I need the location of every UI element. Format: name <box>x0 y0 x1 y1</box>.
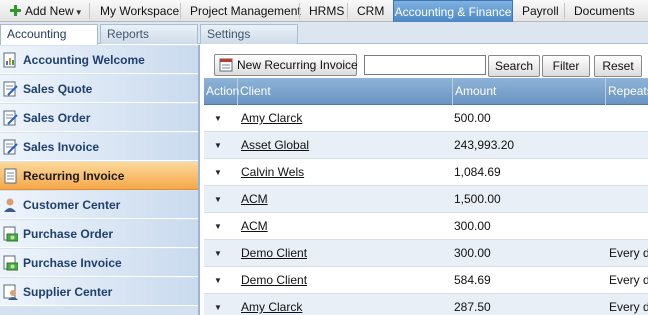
money-doc-icon <box>3 255 18 271</box>
reset-button[interactable]: Reset <box>594 55 642 77</box>
sidebar-item-label: Supplier Center <box>23 285 113 299</box>
sidebar-item-supplier-center[interactable]: Supplier Center <box>0 278 198 306</box>
sidebar-item-purchase-order[interactable]: Purchase Order <box>0 220 198 248</box>
caret-down-icon: ▼ <box>74 8 83 17</box>
row-action-dropdown-icon[interactable]: ▼ <box>214 132 222 159</box>
new-invoice-icon <box>219 58 233 72</box>
sub-tab-bar: Accounting Reports Settings <box>0 22 648 45</box>
filter-button[interactable]: Filter <box>542 55 590 77</box>
table-row: ▼ ACM 1,500.00 <box>204 186 648 213</box>
sidebar-item-label: Sales Invoice <box>23 140 100 154</box>
document-edit-icon <box>3 81 18 97</box>
module-my-workspace[interactable]: My Workspace <box>100 0 179 22</box>
table-header: Action Client Amount Repeats <box>204 78 648 105</box>
divider <box>347 3 348 19</box>
sidebar-item-label: Recurring Invoice <box>23 169 125 183</box>
sidebar-item-label: Accounting Welcome <box>23 53 145 67</box>
amount-cell: 584.69 <box>454 273 491 287</box>
column-header-amount[interactable]: Amount <box>453 78 606 105</box>
client-link[interactable]: Calvin Wels <box>241 159 304 186</box>
repeats-cell: Every d <box>609 273 648 287</box>
amount-cell: 500.00 <box>454 111 491 125</box>
sidebar-item-accounting-welcome[interactable]: Accounting Welcome <box>0 46 198 74</box>
row-action-dropdown-icon[interactable]: ▼ <box>214 240 222 267</box>
client-link[interactable]: Amy Clarck <box>241 294 302 315</box>
tab-settings[interactable]: Settings <box>200 24 298 44</box>
amount-cell: 300.00 <box>454 219 491 233</box>
search-button[interactable]: Search <box>488 55 540 77</box>
client-link[interactable]: Amy Clarck <box>241 105 302 132</box>
module-accounting-finance[interactable]: Accounting & Finance <box>393 0 513 22</box>
sidebar-item-label: Purchase Order <box>23 227 114 241</box>
module-documents[interactable]: Documents <box>574 0 635 22</box>
divider <box>564 3 565 19</box>
recurring-invoice-table: Action Client Amount Repeats ▼ Amy Clarc… <box>204 78 648 315</box>
sidebar-item-label: Purchase Invoice <box>23 256 122 270</box>
amount-cell: 1,084.69 <box>454 165 501 179</box>
table-row: ▼ Calvin Wels 1,084.69 <box>204 159 648 186</box>
supplier-icon <box>3 284 18 300</box>
document-edit-icon <box>3 110 18 126</box>
row-action-dropdown-icon[interactable]: ▼ <box>214 159 222 186</box>
sidebar-item-label: Sales Quote <box>23 82 93 96</box>
column-header-action[interactable]: Action <box>204 78 239 105</box>
sidebar-item-sales-quote[interactable]: Sales Quote <box>0 75 198 103</box>
row-action-dropdown-icon[interactable]: ▼ <box>214 186 222 213</box>
tab-reports[interactable]: Reports <box>100 24 198 44</box>
sidebar-item-sales-order[interactable]: Sales Order <box>0 104 198 132</box>
table-row: ▼ Demo Client 584.69 Every d <box>204 267 648 294</box>
customer-icon <box>4 198 16 212</box>
new-recurring-invoice-button[interactable]: New Recurring Invoice <box>214 54 358 76</box>
document-icon <box>4 168 17 184</box>
client-link[interactable]: Demo Client <box>241 267 307 294</box>
table-row: ▼ Amy Clarck 500.00 <box>204 105 648 132</box>
sidebar-item-purchase-invoice[interactable]: Purchase Invoice <box>0 249 198 277</box>
money-doc-icon <box>3 226 18 242</box>
module-project-management[interactable]: Project Management <box>190 0 301 22</box>
document-chart-icon <box>3 52 16 68</box>
table-row: ▼ Asset Global 243,993.20 <box>204 132 648 159</box>
sidebar: Accounting Welcome Sales Quote Sales Ord… <box>0 45 200 315</box>
table-row: ▼ Demo Client 300.00 Every d <box>204 240 648 267</box>
add-new-menu[interactable]: Add New▼ <box>10 0 83 22</box>
client-link[interactable]: ACM <box>241 213 268 240</box>
row-action-dropdown-icon[interactable]: ▼ <box>214 105 222 132</box>
new-recurring-invoice-label: New Recurring Invoice <box>237 58 358 72</box>
row-action-dropdown-icon[interactable]: ▼ <box>214 267 222 294</box>
row-action-dropdown-icon[interactable]: ▼ <box>214 213 222 240</box>
search-input[interactable] <box>364 55 486 75</box>
sidebar-item-label: Sales Order <box>23 111 91 125</box>
sidebar-item-customer-center[interactable]: Customer Center <box>0 191 198 219</box>
module-bar: Add New▼ My Workspace Project Management… <box>0 0 648 22</box>
module-payroll[interactable]: Payroll <box>522 0 559 22</box>
amount-cell: 300.00 <box>454 246 491 260</box>
divider <box>299 3 300 19</box>
client-link[interactable]: ACM <box>241 186 268 213</box>
column-header-client[interactable]: Client <box>238 78 453 105</box>
table-row: ▼ Amy Clarck 287.50 Every d <box>204 294 648 315</box>
column-header-repeats[interactable]: Repeats <box>606 78 648 105</box>
document-edit-icon <box>3 139 18 155</box>
toolbar: New Recurring Invoice Search Filter Rese… <box>204 50 648 78</box>
repeats-cell: Every d <box>609 300 648 314</box>
plus-icon <box>10 5 21 16</box>
row-action-dropdown-icon[interactable]: ▼ <box>214 294 222 315</box>
amount-cell: 1,500.00 <box>454 192 501 206</box>
divider <box>89 3 90 19</box>
client-link[interactable]: Asset Global <box>241 132 309 159</box>
tab-accounting[interactable]: Accounting <box>0 24 98 45</box>
sidebar-item-sales-invoice[interactable]: Sales Invoice <box>0 133 198 161</box>
sidebar-item-recurring-invoice[interactable]: Recurring Invoice <box>0 162 198 190</box>
module-hrms[interactable]: HRMS <box>309 0 344 22</box>
divider <box>180 3 181 19</box>
sidebar-item-label: Customer Center <box>23 198 121 212</box>
amount-cell: 243,993.20 <box>454 138 515 152</box>
amount-cell: 287.50 <box>454 300 491 314</box>
module-crm[interactable]: CRM <box>357 0 384 22</box>
table-row: ▼ ACM 300.00 <box>204 213 648 240</box>
client-link[interactable]: Demo Client <box>241 240 307 267</box>
repeats-cell: Every d <box>609 246 648 260</box>
